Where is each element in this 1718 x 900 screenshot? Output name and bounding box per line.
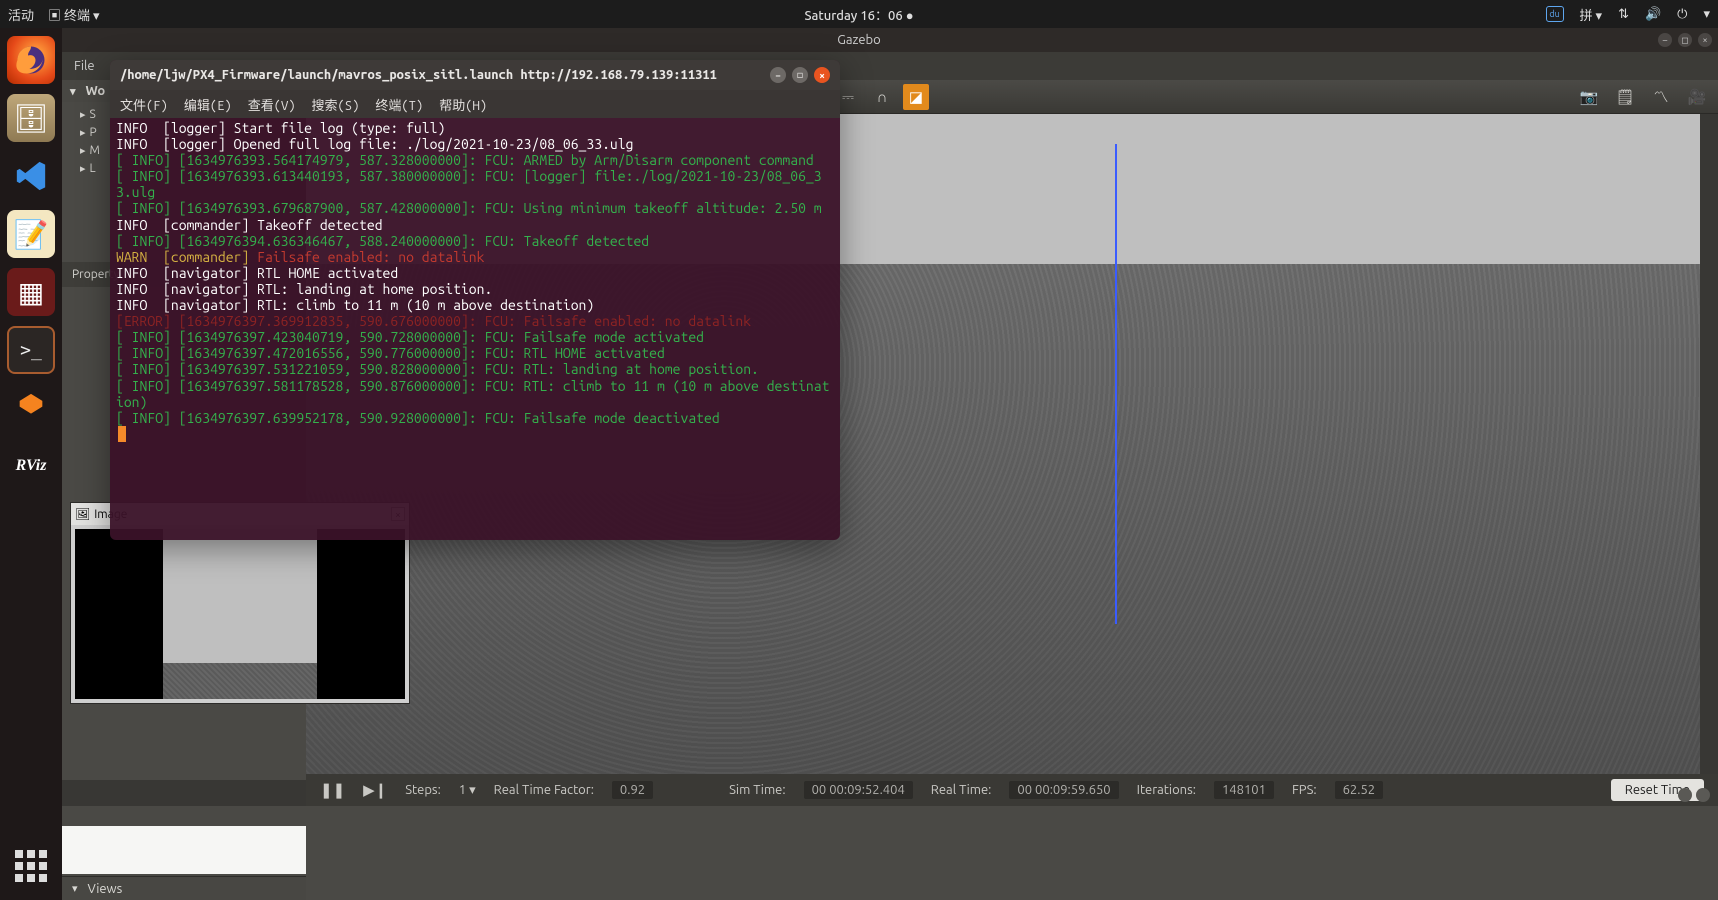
terminal-log-line: WARN [commander] Failsafe enabled: no da… — [116, 249, 834, 265]
terminal-log-line: INFO [navigator] RTL HOME activated — [116, 265, 834, 281]
terminal-menu-view[interactable]: 查看(V) — [248, 95, 296, 114]
fps-label: FPS: — [1292, 783, 1317, 797]
steps-label: Steps: — [405, 783, 441, 797]
terminal-log-line: INFO [logger] Start file log (type: full… — [116, 120, 834, 136]
panel-max-icon[interactable] — [1696, 788, 1710, 802]
ime-indicator[interactable]: 拼 ▾ — [1580, 5, 1603, 24]
dot-icon: ● — [906, 9, 914, 23]
chevron-down-icon: ▾ — [1703, 7, 1710, 22]
terminal-cursor — [118, 426, 126, 442]
dock-item-terminal[interactable]: >_ — [7, 326, 55, 374]
terminal-log-line: INFO [logger] Opened full log file: ./lo… — [116, 136, 834, 152]
terminal-window[interactable]: /home/ljw/PX4_Firmware/launch/mavros_pos… — [110, 60, 840, 540]
terminal-menu-terminal[interactable]: 终端(T) — [375, 95, 423, 114]
minimize-button[interactable]: – — [1658, 33, 1672, 47]
gnome-top-bar: 活动 ▣ 终端 ▾ Saturday 16：06 ● du 拼 ▾ ⇅ 🔊 ⏻ … — [0, 0, 1718, 28]
realtime-value: 00 00:09:59.650 — [1009, 781, 1118, 799]
maximize-button[interactable]: ◻ — [1678, 33, 1692, 47]
chevron-down-icon: ▾ — [1596, 9, 1603, 23]
dock-item-gazebo[interactable] — [7, 384, 55, 432]
plot-icon[interactable]: 〽 — [1648, 84, 1674, 110]
terminal-title: /home/ljw/PX4_Firmware/launch/mavros_pos… — [120, 68, 717, 82]
dock-item-files[interactable]: 🗄 — [7, 94, 55, 142]
rtf-label: Real Time Factor: — [494, 783, 594, 797]
snap-icon[interactable]: ∩ — [869, 84, 895, 110]
simtime-value: 00 00:09:52.404 — [804, 781, 913, 799]
terminal-log-line: [ INFO] [1634976393.679687900, 587.42800… — [116, 200, 834, 216]
dock-item-app-red[interactable]: ▦ — [7, 268, 55, 316]
bottom-blank-area — [62, 826, 306, 874]
dock-item-rviz[interactable]: RViz — [7, 442, 55, 490]
pause-button[interactable]: ❚❚ — [320, 781, 345, 799]
iter-label: Iterations: — [1137, 783, 1196, 797]
activities-button[interactable]: 活动 — [8, 5, 34, 24]
show-applications-button[interactable] — [11, 846, 51, 886]
terminal-menu-search[interactable]: 搜索(S) — [312, 95, 360, 114]
terminal-body[interactable]: INFO [logger] Start file log (type: full… — [110, 118, 840, 444]
close-button[interactable]: × — [1698, 33, 1712, 47]
screenshot-icon[interactable]: 📷 — [1576, 84, 1602, 110]
terminal-log-line: [ INFO] [1634976397.639952178, 590.92800… — [116, 410, 834, 426]
z-axis-line — [1115, 144, 1117, 624]
views-panel-header[interactable]: Views — [62, 876, 306, 900]
terminal-log-line: INFO [navigator] RTL: climb to 11 m (10 … — [116, 297, 834, 313]
rtf-value: 0.92 — [612, 781, 653, 799]
chevron-down-icon: ▾ — [93, 9, 100, 23]
app-title-bar: Gazebo – ◻ × — [0, 28, 1718, 52]
dock-item-vscode[interactable] — [7, 152, 55, 200]
terminal-log-line: [ INFO] [1634976393.564174979, 587.32800… — [116, 152, 834, 168]
clock-label: Saturday 16：06 — [804, 9, 902, 23]
terminal-close-button[interactable]: × — [814, 67, 830, 83]
terminal-log-line: [ INFO] [1634976397.472016556, 590.77600… — [116, 345, 834, 361]
fps-value: 62.52 — [1335, 781, 1384, 799]
ubuntu-dock: 🗄 📝 ▦ >_ RViz — [0, 28, 62, 900]
terminal-menubar: 文件(F) 编辑(E) 查看(V) 搜索(S) 终端(T) 帮助(H) — [110, 90, 840, 118]
terminal-log-line: INFO [commander] Takeoff detected — [116, 217, 834, 233]
record-icon[interactable]: 🎥 — [1684, 84, 1710, 110]
menu-file[interactable]: File — [74, 59, 95, 73]
panel-min-icon[interactable] — [1678, 788, 1692, 802]
terminal-icon: ▣ — [48, 9, 61, 23]
gazebo-status-bar: ❚❚ ▶❙ Steps: 1 ▾ Real Time Factor: 0.92 … — [306, 774, 1718, 806]
terminal-minimize-button[interactable]: – — [770, 67, 786, 83]
volume-icon[interactable]: 🔊 — [1645, 7, 1661, 22]
app-title: Gazebo — [837, 33, 881, 47]
clock[interactable]: Saturday 16：06 ● — [804, 5, 913, 24]
dock-item-firefox[interactable] — [7, 36, 55, 84]
ime-label: 拼 — [1580, 9, 1593, 23]
simtime-label: Sim Time: — [729, 783, 785, 797]
terminal-log-line: [ERROR] [1634976397.369912835, 590.67600… — [116, 313, 834, 329]
iter-value: 148101 — [1214, 781, 1274, 799]
power-icon[interactable]: ⏻ — [1677, 7, 1687, 22]
log-icon[interactable]: 🗒 — [1612, 84, 1638, 110]
terminal-log-line: [ INFO] [1634976397.423040719, 590.72800… — [116, 329, 834, 345]
terminal-maximize-button[interactable]: ◻ — [792, 67, 808, 83]
baidu-ime-icon[interactable]: du — [1546, 6, 1564, 22]
dock-item-text-editor[interactable]: 📝 — [7, 210, 55, 258]
app-menu[interactable]: ▣ 终端 ▾ — [48, 5, 100, 24]
app-menu-label: 终端 — [64, 9, 90, 23]
image-panel-icon: 🖼 — [75, 507, 90, 521]
gazebo-bottom-panel: Views — [62, 806, 1718, 900]
terminal-menu-edit[interactable]: 编辑(E) — [184, 95, 232, 114]
terminal-log-line: [ INFO] [1634976394.636346467, 588.24000… — [116, 233, 834, 249]
terminal-menu-file[interactable]: 文件(F) — [120, 95, 168, 114]
terminal-log-line: [ INFO] [1634976397.531221059, 590.82800… — [116, 361, 834, 377]
network-icon[interactable]: ⇅ — [1618, 7, 1629, 22]
terminal-title-bar[interactable]: /home/ljw/PX4_Firmware/launch/mavros_pos… — [110, 60, 840, 90]
terminal-log-line: [ INFO] [1634976397.581178528, 590.87600… — [116, 378, 834, 410]
view-angle-icon[interactable]: ◪ — [903, 84, 929, 110]
terminal-log-line: [ INFO] [1634976393.613440193, 587.38000… — [116, 168, 834, 200]
realtime-label: Real Time: — [931, 783, 992, 797]
step-button[interactable]: ▶❙ — [363, 781, 387, 799]
terminal-log-line: INFO [navigator] RTL: landing at home po… — [116, 281, 834, 297]
steps-value[interactable]: 1 ▾ — [459, 783, 476, 798]
image-panel-viewport — [75, 529, 405, 699]
terminal-menu-help[interactable]: 帮助(H) — [439, 95, 487, 114]
